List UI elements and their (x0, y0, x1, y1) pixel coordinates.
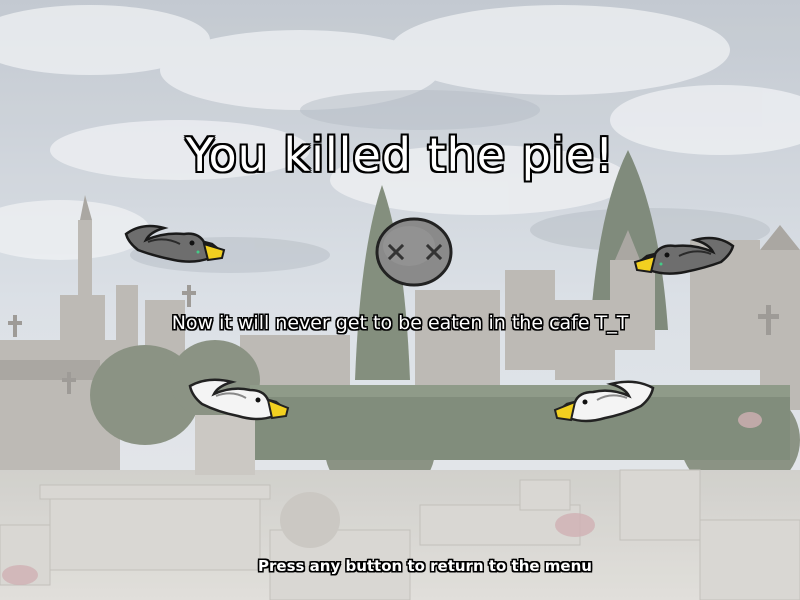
game-over-title: You killed the pie! (185, 128, 615, 182)
white-dove-icon (188, 378, 290, 421)
dead-pie-icon (375, 217, 453, 287)
grey-crow-icon (124, 224, 226, 263)
grey-crow-icon (633, 236, 735, 275)
cemetery-background (0, 0, 800, 600)
death-message: Now it will never get to be eaten in the… (171, 312, 629, 334)
game-over-screen[interactable]: You killed the pie! Now it will never ge… (0, 0, 800, 600)
return-to-menu-prompt: Press any button to return to the menu (258, 557, 592, 575)
white-dove-icon (553, 380, 655, 423)
